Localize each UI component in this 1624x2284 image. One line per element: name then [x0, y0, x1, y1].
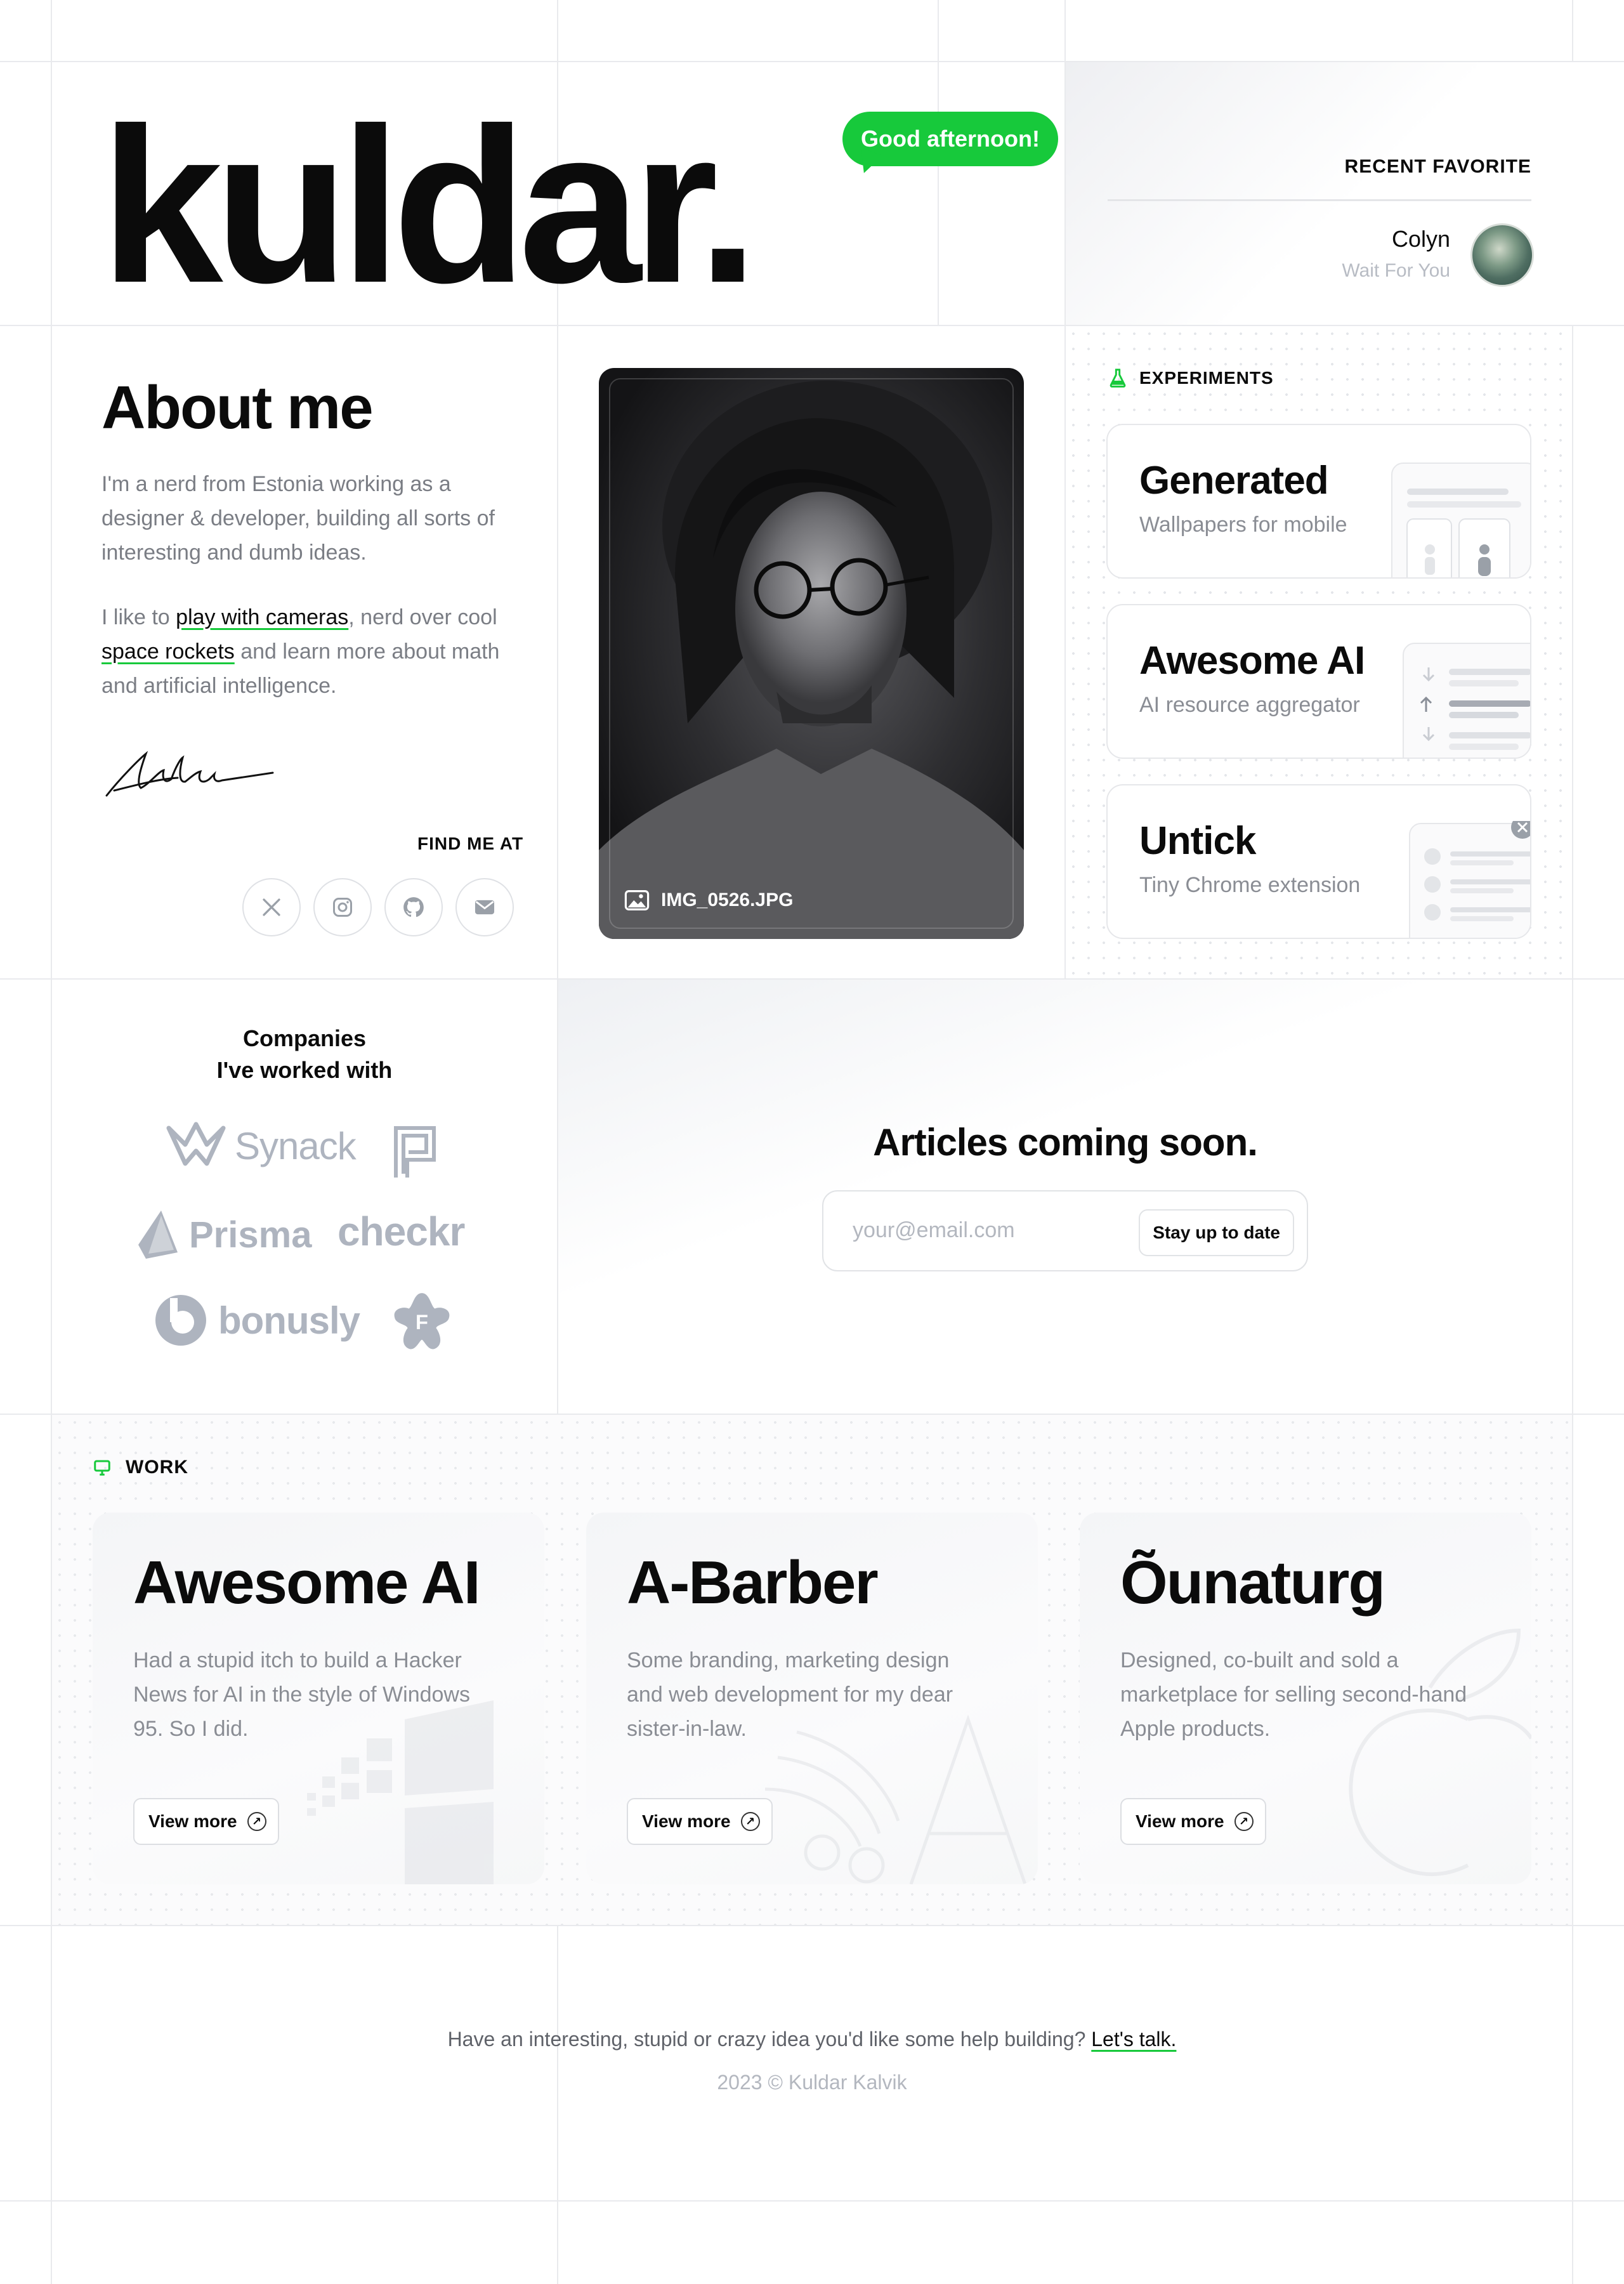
- wallpaper-illustration-icon: [1391, 463, 1530, 577]
- site-logo[interactable]: kuldar.: [100, 95, 759, 316]
- pensieve-icon: [394, 1126, 436, 1178]
- rockets-link[interactable]: space rockets: [102, 640, 235, 664]
- view-more-label: View more: [642, 1811, 731, 1831]
- about-title: About me: [102, 374, 374, 442]
- experiment-title: Untick: [1139, 819, 1256, 863]
- grid-line: [51, 0, 52, 2284]
- x-icon[interactable]: [242, 878, 301, 936]
- copyright: 2023 © Kuldar Kalvik: [717, 2071, 907, 2094]
- github-icon: [403, 897, 424, 917]
- signature-icon: [105, 751, 274, 797]
- text: I like to: [102, 605, 176, 629]
- work-title: Awesome AI: [133, 1549, 481, 1617]
- favorite-artist: Colyn: [1391, 226, 1450, 252]
- prisma-icon: [138, 1211, 178, 1259]
- arrow-up-right-icon: ↗: [247, 1812, 266, 1831]
- company-name: bonusly: [218, 1299, 360, 1342]
- x-icon: [263, 898, 280, 916]
- work-title: A-Barber: [627, 1549, 879, 1617]
- experiment-subtitle: Tiny Chrome extension: [1139, 873, 1361, 897]
- work-description: Some branding, marketing design and web …: [627, 1648, 953, 1741]
- experiment-card-untick[interactable]: Untick Tiny Chrome extension: [1106, 784, 1531, 939]
- photo-caption: IMG_0526.JPG: [624, 889, 793, 911]
- arrow-up-right-icon: ↗: [740, 1812, 760, 1831]
- experiment-subtitle: Wallpapers for mobile: [1139, 513, 1347, 537]
- grid-line: [0, 1925, 1624, 1926]
- grid-line: [0, 2200, 1624, 2202]
- view-more-button[interactable]: View more ↗: [627, 1798, 773, 1845]
- work-title: Õunaturg: [1120, 1549, 1385, 1617]
- subscribe-button[interactable]: Stay up to date: [1139, 1209, 1294, 1256]
- experiment-subtitle: AI resource aggregator: [1139, 693, 1360, 717]
- companies-title-line2: I've worked with: [216, 1057, 393, 1083]
- experiment-title: Generated: [1139, 459, 1329, 502]
- company-logo-bonusly: bonusly: [152, 1292, 360, 1349]
- view-more-button[interactable]: View more ↗: [1120, 1798, 1266, 1845]
- newsletter-form: your@email.com Stay up to date: [822, 1190, 1308, 1271]
- find-me-label: FIND ME AT: [417, 834, 524, 853]
- company-name: Synack: [235, 1124, 357, 1167]
- company-logo-checkr: checkr: [337, 1208, 465, 1255]
- work-description: Designed, co-built and sold a marketplac…: [1120, 1648, 1467, 1741]
- flask-icon: [1110, 369, 1126, 388]
- portrait-photo[interactable]: IMG_0526.JPG: [599, 368, 1024, 939]
- favorite-track: Wait For You: [1342, 260, 1450, 281]
- flower-logo-icon: F: [394, 1293, 450, 1349]
- cameras-link[interactable]: play with cameras: [176, 605, 348, 629]
- experiment-card-generated[interactable]: Generated Wallpapers for mobile: [1106, 424, 1531, 579]
- mail-icon: [475, 900, 495, 915]
- photo-frame: [609, 378, 1014, 929]
- work-card-a-barber[interactable]: A-Barber Some branding, marketing design…: [586, 1513, 1038, 1884]
- mail-icon[interactable]: [455, 878, 514, 936]
- image-icon: [624, 890, 650, 910]
- articles-title: Articles coming soon.: [873, 1121, 1258, 1164]
- about-paragraph-2: I like to play with cameras, nerd over c…: [102, 600, 508, 703]
- view-more-button[interactable]: View more ↗: [133, 1798, 279, 1845]
- synack-icon: [166, 1122, 226, 1166]
- work-label: WORK: [93, 1457, 188, 1478]
- lets-talk-link[interactable]: Let's talk.: [1091, 2028, 1176, 2051]
- experiments-label: EXPERIMENTS: [1108, 368, 1274, 388]
- experiments-title: EXPERIMENTS: [1139, 368, 1274, 388]
- photo-filename: IMG_0526.JPG: [661, 889, 794, 910]
- company-logo-prisma: Prisma: [136, 1208, 311, 1261]
- list-voting-illustration-icon: [1403, 643, 1530, 758]
- text: , nerd over cool: [348, 605, 497, 629]
- work-card-ounaturg[interactable]: Õunaturg Designed, co-built and sold a m…: [1080, 1513, 1531, 1884]
- footer-text: Have an interesting, stupid or crazy ide…: [447, 2028, 1086, 2051]
- bonusly-icon: [155, 1295, 206, 1346]
- svg-text:F: F: [416, 1310, 428, 1334]
- github-icon[interactable]: [384, 878, 443, 936]
- experiment-card-awesome-ai[interactable]: Awesome AI AI resource aggregator: [1106, 604, 1531, 759]
- email-input[interactable]: your@email.com: [853, 1218, 1015, 1243]
- work-card-awesome-ai[interactable]: Awesome AI Had a stupid itch to build a …: [93, 1513, 544, 1884]
- footer-cta: Have an interesting, stupid or crazy ide…: [0, 2028, 1624, 2051]
- company-logo-synack: Synack: [166, 1119, 357, 1172]
- instagram-icon: [333, 898, 352, 917]
- view-more-label: View more: [1136, 1811, 1224, 1831]
- companies-title: Companies I've worked with: [52, 1023, 557, 1086]
- company-name: Prisma: [189, 1214, 312, 1256]
- monitor-icon: [94, 1460, 110, 1476]
- recent-favorite-label: RECENT FAVORITE: [1344, 156, 1531, 177]
- divider: [1108, 199, 1531, 201]
- album-art[interactable]: [1470, 223, 1534, 287]
- companies-title-line1: Companies: [242, 1025, 367, 1051]
- work-title: WORK: [126, 1457, 188, 1478]
- arrow-up-right-icon: ↗: [1234, 1812, 1254, 1831]
- experiment-title: Awesome AI: [1139, 639, 1365, 683]
- about-paragraph-1: I'm a nerd from Estonia working as a des…: [102, 472, 495, 565]
- view-more-label: View more: [148, 1811, 237, 1831]
- checklist-illustration-icon: [1409, 821, 1530, 938]
- work-description: Had a stupid itch to build a Hacker News…: [133, 1648, 470, 1741]
- instagram-icon[interactable]: [313, 878, 372, 936]
- company-name: checkr: [337, 1209, 465, 1254]
